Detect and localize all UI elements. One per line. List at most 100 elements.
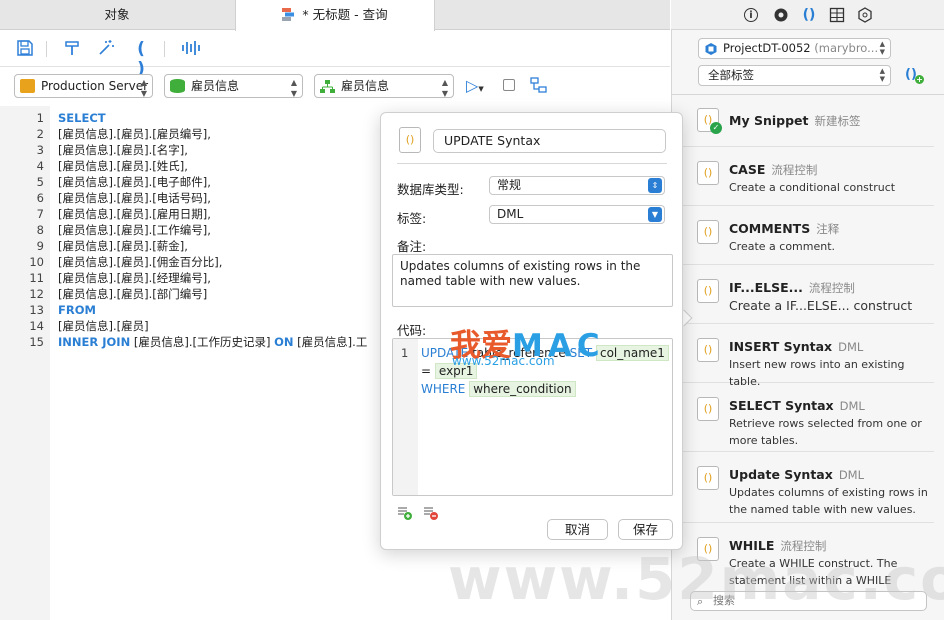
code-line: SELECT bbox=[58, 110, 106, 126]
line-number: 4 bbox=[36, 159, 44, 173]
code-placeholder[interactable]: expr1 bbox=[434, 363, 478, 379]
snippet-description: Create a comment. bbox=[729, 240, 836, 253]
code-line: [雇员信息].[雇员].[姓氏], bbox=[58, 158, 188, 174]
tag-select[interactable]: DML ▼ bbox=[489, 205, 665, 224]
code-token: = bbox=[421, 364, 432, 378]
code-line: [雇员信息].[雇员].[薪金], bbox=[58, 238, 188, 254]
remove-placeholder-icon[interactable] bbox=[423, 505, 439, 521]
connection-value: Production Server bbox=[41, 79, 149, 93]
db-type-select[interactable]: 常规 ⇕ bbox=[489, 176, 665, 195]
snippet-item[interactable]: () INSERT Syntax DML Insert new rows into a… bbox=[680, 324, 934, 388]
code-line: [雇员信息].[雇员].[部门编号] bbox=[58, 286, 207, 302]
tab-objects[interactable]: 对象 bbox=[0, 0, 234, 30]
info-icon[interactable]: i bbox=[744, 8, 758, 22]
sql-keyword: SELECT bbox=[58, 111, 106, 125]
sql-text: [雇员信息].[雇员].[部门编号] bbox=[58, 287, 208, 301]
snippet-tag: 流程控制 bbox=[780, 539, 827, 553]
snippet-item[interactable]: () CASE 流程控制 Create a conditional construct bbox=[680, 147, 934, 206]
line-number: 14 bbox=[29, 319, 44, 333]
tag-filter-value: 全部标签 bbox=[708, 68, 754, 82]
sql-text: [雇员信息].[工作历史记录] bbox=[130, 335, 275, 349]
snippet-description: Updates columns of existing rows in the … bbox=[729, 486, 928, 516]
cancel-button[interactable]: 取消 bbox=[547, 519, 608, 540]
format-icon[interactable] bbox=[62, 39, 82, 59]
snippet-icon: () bbox=[697, 161, 719, 185]
code-keyword: SET bbox=[569, 346, 593, 360]
line-number: 1 bbox=[36, 111, 44, 125]
schema-select[interactable]: 雇员信息 ▲ ▼ bbox=[314, 74, 454, 98]
add-snippet-icon[interactable]: () + bbox=[905, 67, 924, 85]
code-snippet-icon[interactable]: ( ) bbox=[131, 39, 151, 79]
snippet-item[interactable]: () WHILE 流程控制 Create a WHILE construct. The… bbox=[680, 523, 934, 589]
add-placeholder-icon[interactable] bbox=[397, 505, 413, 521]
project-select[interactable]: ProjectDT-0052 (marybro... ▲ ▼ bbox=[698, 38, 891, 59]
snippet-name: SELECT Syntax DML bbox=[729, 398, 865, 413]
snippet-item[interactable]: () Update Syntax DML Updates columns of exi… bbox=[680, 452, 934, 523]
sql-text: [雇员信息].[雇员].[电话号码], bbox=[58, 191, 211, 205]
code-line: [雇员信息].[雇员].[工作编号], bbox=[58, 222, 211, 238]
code-line: FROM bbox=[58, 302, 96, 318]
sql-keyword: FROM bbox=[58, 303, 96, 317]
snippet-title: WHILE bbox=[729, 538, 775, 553]
snippet-name: COMMENTS 注释 bbox=[729, 221, 839, 237]
check-icon: ✓ bbox=[710, 122, 722, 134]
snippet-item[interactable]: () ✓ My Snippet 新建标签 bbox=[680, 96, 934, 147]
sql-text: [雇员信息].[雇员].[佣金百分比], bbox=[58, 255, 223, 269]
line-number: 7 bbox=[36, 207, 44, 221]
snippet-item[interactable]: () SELECT Syntax DML Retrieve rows selected… bbox=[680, 383, 934, 452]
code-placeholder[interactable]: col_name1 bbox=[595, 345, 669, 361]
snippet-item[interactable]: () COMMENTS 注释 Create a comment. bbox=[680, 206, 934, 265]
snippet-icon[interactable]: () bbox=[801, 7, 817, 23]
stepper-icon: ▲ ▼ bbox=[290, 78, 297, 98]
line-number: 3 bbox=[36, 143, 44, 157]
line-number: 9 bbox=[36, 239, 44, 253]
tag-value: DML bbox=[497, 207, 524, 221]
snippet-title: IF...ELSE... bbox=[729, 280, 803, 295]
sql-text: [雇员信息].[雇员].[雇员编号], bbox=[58, 127, 211, 141]
run-icon[interactable]: ▷▼ bbox=[466, 77, 490, 95]
line-number: 5 bbox=[36, 175, 44, 189]
snippet-title: Update Syntax bbox=[729, 467, 833, 482]
code-line: INNER JOIN [雇员信息].[工作历史记录] ON [雇员信息].工 bbox=[58, 334, 367, 350]
sql-text: [雇员信息].[雇员] bbox=[58, 319, 149, 333]
code-placeholder[interactable]: where_condition bbox=[469, 381, 576, 397]
snippet-name-input[interactable]: UPDATE Syntax bbox=[433, 129, 666, 153]
snippet-icon: () bbox=[697, 279, 719, 303]
sql-text: [雇员信息].[雇员].[工作编号], bbox=[58, 223, 211, 237]
visual-builder-icon[interactable] bbox=[530, 77, 548, 94]
line-number: 6 bbox=[36, 191, 44, 205]
sql-text: [雇员信息].工 bbox=[293, 335, 368, 349]
preview-icon[interactable] bbox=[773, 7, 789, 23]
line-number: 15 bbox=[29, 335, 44, 349]
save-icon[interactable] bbox=[15, 39, 35, 59]
database-select[interactable]: 雇员信息 ▲ ▼ bbox=[164, 74, 303, 98]
stepper-icon: ▲ ▼ bbox=[140, 78, 147, 98]
snippet-name: Update Syntax DML bbox=[729, 467, 864, 482]
notes-textarea[interactable]: Updates columns of existing rows in the … bbox=[392, 254, 673, 307]
stop-icon[interactable] bbox=[503, 79, 515, 91]
save-button[interactable]: 保存 bbox=[618, 519, 673, 540]
schema-value: 雇员信息 bbox=[341, 79, 390, 93]
tag-filter-select[interactable]: 全部标签 ▲ ▼ bbox=[698, 65, 891, 86]
search-input[interactable]: ⌕ 搜索 bbox=[690, 591, 927, 611]
tab-query[interactable]: * 无标题 - 查询 bbox=[235, 0, 435, 31]
code-line: [雇员信息].[雇员].[雇用日期], bbox=[58, 206, 211, 222]
snippet-item[interactable]: () IF...ELSE... 流程控制 Create a IF...ELSE... … bbox=[680, 265, 934, 324]
tab-bar: 对象 * 无标题 - 查询 bbox=[0, 0, 670, 31]
magic-wand-icon[interactable] bbox=[96, 39, 116, 59]
editor-toolbar: ( ) bbox=[0, 31, 670, 79]
explain-icon[interactable] bbox=[181, 39, 201, 59]
snippet-file-icon: () bbox=[399, 127, 421, 153]
line-number: 11 bbox=[29, 271, 44, 285]
line-number: 12 bbox=[29, 287, 44, 301]
code-textarea[interactable]: 1 UPDATE table_reference SET col_name1 =… bbox=[392, 338, 673, 496]
sql-keyword: ON bbox=[274, 335, 294, 349]
server-icon bbox=[20, 79, 35, 93]
connection-select[interactable]: Production Server ▲ ▼ bbox=[14, 74, 153, 98]
hexagon-icon[interactable] bbox=[857, 7, 873, 23]
project-name: ProjectDT-0052 bbox=[723, 41, 811, 55]
grid-icon[interactable] bbox=[829, 7, 845, 23]
snippet-title: INSERT Syntax bbox=[729, 339, 833, 354]
snippet-tag: DML bbox=[839, 399, 865, 413]
snippet-description: Create a conditional construct bbox=[729, 181, 896, 194]
